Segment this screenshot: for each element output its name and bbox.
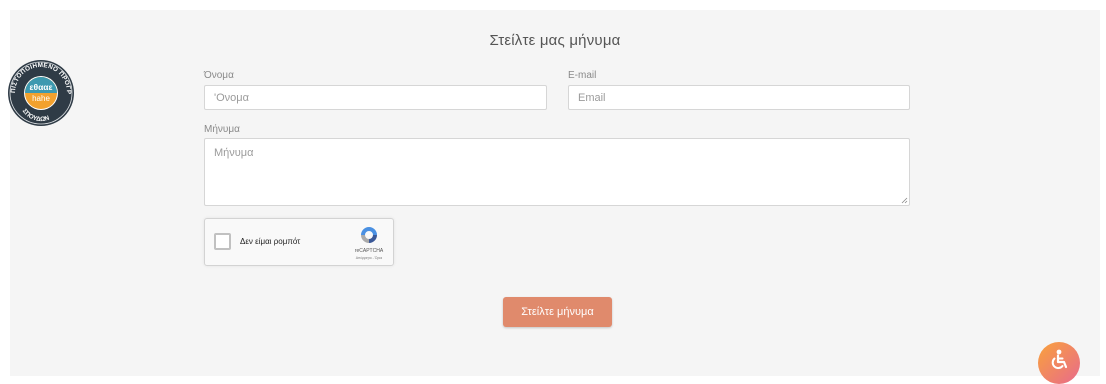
message-label: Μήνυμα — [204, 124, 240, 135]
recaptcha-text: Δεν είμαι ρομπότ — [240, 237, 301, 246]
name-input[interactable] — [204, 85, 547, 110]
message-textarea[interactable] — [204, 138, 910, 206]
submit-button[interactable]: Στείλτε μήνυμα — [503, 297, 612, 327]
badge-logo-greek: εθααε — [29, 82, 52, 92]
contact-form-section: Στείλτε μας μήνυμα Όνομα E-mail Μήνυμα Δ… — [10, 10, 1100, 376]
form-title: Στείλτε μας μήνυμα — [489, 32, 621, 49]
email-input[interactable] — [568, 85, 910, 110]
name-label: Όνομα — [204, 70, 234, 81]
recaptcha-brand: reCAPTCHA — [354, 248, 384, 254]
badge-logo-latin: hahe — [32, 94, 50, 103]
wheelchair-icon — [1051, 349, 1068, 370]
recaptcha-links[interactable]: Απόρρητο - Όροι — [338, 256, 400, 260]
recaptcha-checkbox[interactable] — [214, 233, 231, 250]
recaptcha-widget: Δεν είμαι ρομπότ reCAPTCHA Απόρρητο - Όρ… — [204, 218, 394, 266]
resize-grip-icon[interactable] — [901, 197, 908, 204]
accreditation-badge: ΠΙΣΤΟΠΟΙΗΜΕΝΟ ΠΡΟΓΡΑΜΜΑ ΣΠΟΥΔΩΝ εθααε ha… — [7, 59, 74, 126]
email-label: E-mail — [568, 70, 597, 81]
accessibility-button[interactable] — [1038, 342, 1080, 384]
recaptcha-logo-icon — [361, 227, 377, 243]
